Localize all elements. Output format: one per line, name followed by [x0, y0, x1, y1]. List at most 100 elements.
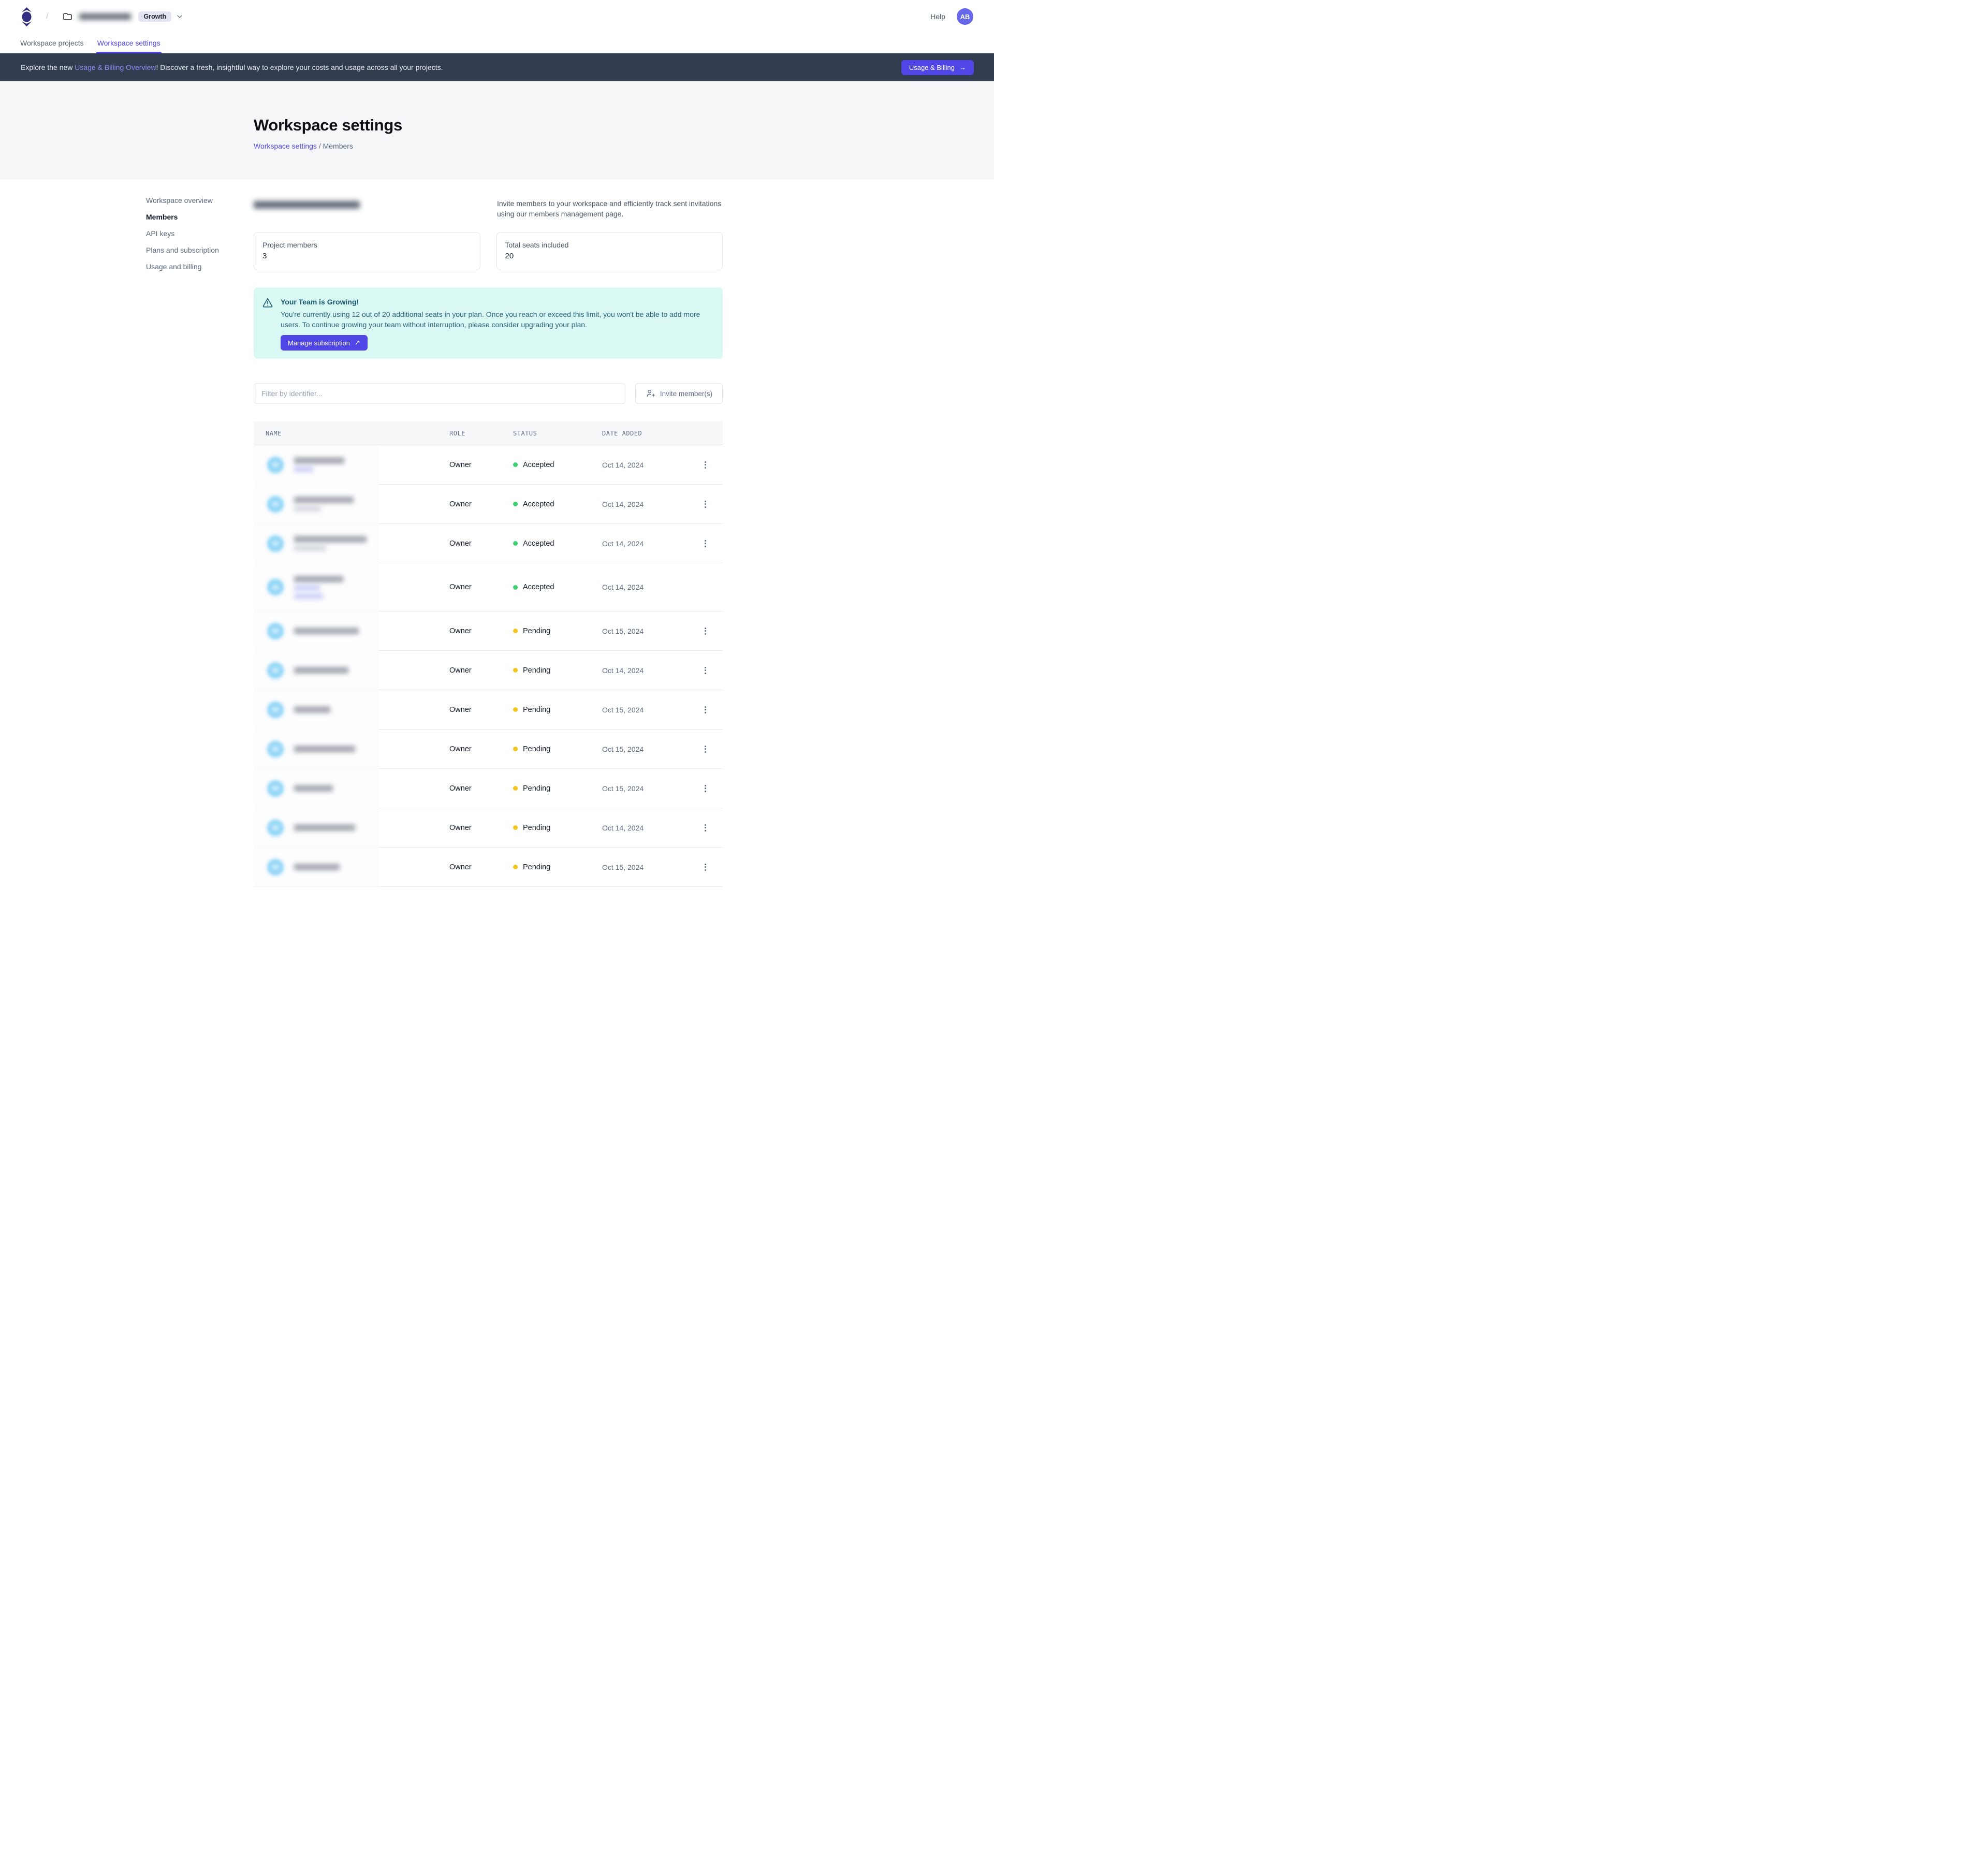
- member-name-cell: [254, 702, 449, 718]
- avatar-initials-redacted: [272, 668, 279, 673]
- member-role: Owner: [449, 706, 513, 714]
- member-subname-redacted: [294, 585, 320, 591]
- member-avatar: [267, 859, 284, 876]
- row-actions: [688, 498, 723, 511]
- row-menu-button[interactable]: [701, 703, 709, 717]
- avatar-initials-redacted: [272, 747, 279, 751]
- member-name-cell: [254, 820, 449, 836]
- row-menu-button[interactable]: [701, 458, 709, 472]
- chevron-down-icon[interactable]: [176, 12, 184, 21]
- member-role: Owner: [449, 500, 513, 508]
- plan-badge[interactable]: Growth: [138, 11, 171, 22]
- manage-subscription-button[interactable]: Manage subscription ↗: [281, 335, 368, 351]
- usage-billing-overview-link[interactable]: Usage & Billing Overview: [75, 63, 156, 71]
- row-menu-button[interactable]: [701, 537, 709, 550]
- member-name-cell: [254, 496, 449, 513]
- breadcrumb-link-workspace-settings[interactable]: Workspace settings: [254, 142, 317, 150]
- status-dot: [513, 668, 518, 673]
- sidebar-item-api-keys[interactable]: API keys: [146, 228, 219, 239]
- member-subname-redacted: [294, 545, 326, 551]
- member-date-added: Oct 14, 2024: [602, 666, 688, 675]
- status-label: Accepted: [523, 583, 554, 591]
- usage-billing-button-label: Usage & Billing: [909, 64, 955, 71]
- members-heading-redacted: [254, 201, 360, 209]
- member-date-added: Oct 15, 2024: [602, 706, 688, 714]
- row-actions: [688, 624, 723, 638]
- member-identity-redacted: [294, 576, 343, 599]
- row-menu-button[interactable]: [701, 821, 709, 835]
- member-avatar: [267, 535, 284, 552]
- table-row: Owner Pending Oct 14, 2024: [254, 808, 723, 848]
- sidebar-item-plans-subscription[interactable]: Plans and subscription: [146, 245, 219, 255]
- member-date-added: Oct 15, 2024: [602, 784, 688, 793]
- status-label: Pending: [523, 666, 550, 675]
- table-row: Owner Accepted Oct 14, 2024: [254, 563, 723, 611]
- sidebar-item-workspace-overview[interactable]: Workspace overview: [146, 195, 219, 206]
- members-section: Invite members to your workspace and eff…: [254, 180, 723, 887]
- tab-workspace-projects[interactable]: Workspace projects: [19, 33, 85, 53]
- avatar-initials-redacted: [272, 502, 279, 506]
- member-role: Owner: [449, 863, 513, 871]
- team-growing-alert: Your Team is Growing! You're currently u…: [254, 287, 723, 359]
- member-email-redacted: [294, 706, 330, 713]
- folder-icon: [63, 12, 72, 21]
- member-subname-redacted: [294, 506, 321, 512]
- member-identity-redacted: [294, 824, 355, 831]
- usage-billing-banner: Explore the new Usage & Billing Overview…: [0, 53, 994, 81]
- app-logo-icon[interactable]: [21, 7, 33, 26]
- avatar-initials-redacted: [272, 541, 279, 546]
- status-dot: [513, 825, 518, 830]
- member-status: Accepted: [513, 540, 602, 548]
- usage-billing-button[interactable]: Usage & Billing →: [901, 60, 974, 75]
- member-subname-redacted: [294, 466, 313, 472]
- sidebar-item-usage-billing[interactable]: Usage and billing: [146, 261, 219, 272]
- workspace-name-redacted[interactable]: [79, 13, 131, 20]
- member-role: Owner: [449, 583, 513, 591]
- status-label: Accepted: [523, 461, 554, 469]
- stat-label: Project members: [262, 240, 472, 250]
- member-name-cell: [254, 457, 449, 473]
- status-dot: [513, 585, 518, 590]
- table-row: Owner Pending Oct 15, 2024: [254, 848, 723, 887]
- status-dot: [513, 786, 518, 791]
- user-avatar[interactable]: AB: [957, 8, 973, 25]
- member-avatar: [267, 496, 284, 513]
- row-menu-button[interactable]: [701, 861, 709, 874]
- status-label: Pending: [523, 745, 550, 753]
- member-role: Owner: [449, 627, 513, 635]
- row-menu-button[interactable]: [701, 782, 709, 795]
- row-menu-button[interactable]: [701, 742, 709, 756]
- sidebar-item-members[interactable]: Members: [146, 212, 219, 222]
- member-name-cell: [254, 780, 449, 797]
- member-email-redacted: [294, 864, 340, 870]
- row-menu-button[interactable]: [701, 624, 709, 638]
- member-status: Accepted: [513, 583, 602, 591]
- member-stats: Project members 3 Total seats included 2…: [254, 232, 723, 270]
- row-menu-button[interactable]: [701, 498, 709, 511]
- status-label: Pending: [523, 627, 550, 635]
- banner-text: Explore the new Usage & Billing Overview…: [21, 63, 443, 71]
- member-role: Owner: [449, 745, 513, 753]
- member-avatar: [267, 741, 284, 757]
- member-email-redacted: [294, 785, 333, 792]
- status-label: Pending: [523, 706, 550, 714]
- warning-icon: [262, 297, 273, 308]
- avatar-initials-redacted: [272, 825, 279, 830]
- member-status: Pending: [513, 666, 602, 675]
- invite-members-button[interactable]: Invite member(s): [635, 383, 723, 404]
- banner-text-after: ! Discover a fresh, insightful way to ex…: [156, 63, 443, 71]
- breadcrumb-separator: /: [46, 12, 48, 21]
- stat-value: 20: [505, 251, 714, 261]
- help-link[interactable]: Help: [930, 12, 945, 21]
- member-status: Pending: [513, 824, 602, 832]
- filter-input[interactable]: [254, 383, 625, 404]
- row-menu-button[interactable]: [701, 664, 709, 677]
- member-avatar: [267, 820, 284, 836]
- tab-workspace-settings[interactable]: Workspace settings: [96, 33, 162, 53]
- member-email-redacted: [294, 667, 348, 674]
- status-label: Accepted: [523, 500, 554, 508]
- member-email-redacted: [294, 576, 343, 582]
- table-row: Owner Accepted Oct 14, 2024: [254, 445, 723, 485]
- avatar-initials-redacted: [272, 462, 279, 467]
- page-title: Workspace settings: [254, 115, 994, 135]
